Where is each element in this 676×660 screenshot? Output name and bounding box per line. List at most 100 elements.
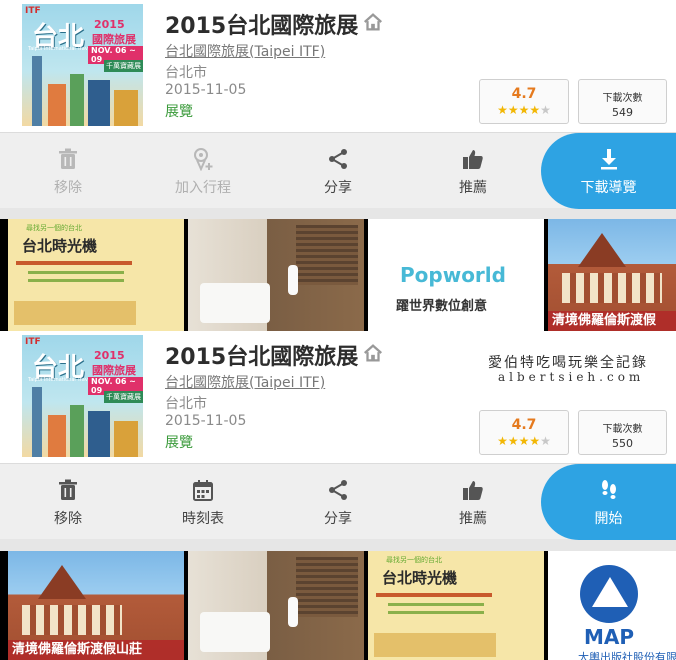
download-count-box: 下載次數 550 — [578, 410, 667, 455]
photo-thumbnail[interactable]: 尋找另一個的台北 台北時光機 — [8, 219, 184, 331]
share-icon — [329, 480, 347, 500]
app-screen: ITF 台北 2015 國際旅展 Taipei International Tr… — [0, 0, 676, 660]
poster-graphic — [14, 301, 136, 325]
start-button[interactable]: 開始 — [541, 464, 676, 540]
event-date: 2015-11-05 — [165, 82, 247, 98]
popworld-tagline: 躍世界數位創意 — [396, 299, 488, 314]
recommend-button[interactable]: 推薦 — [413, 464, 533, 540]
cover-name: 國際旅展 — [92, 364, 136, 377]
calendar-icon — [193, 480, 213, 501]
event-title: 2015台北國際旅展 — [165, 14, 359, 39]
bathtub-graphic — [200, 612, 270, 652]
poster-subtitle: 尋找另一個的台北 — [26, 224, 82, 232]
building-shape — [88, 411, 110, 457]
building-shape — [48, 84, 66, 126]
start-label: 開始 — [594, 511, 623, 527]
timetable-label: 時刻表 — [182, 511, 224, 527]
rating-value: 4.7 — [511, 417, 537, 433]
event-cover-image[interactable]: ITF 台北 2015 國際旅展 Taipei International Tr… — [22, 4, 143, 126]
cover-year: 2015 — [94, 18, 125, 31]
location-pin-icon — [194, 148, 213, 171]
photo-thumbnail[interactable] — [188, 551, 364, 660]
add-to-itinerary-label: 加入行程 — [175, 180, 231, 196]
photo-caption: 清境佛羅倫斯渡假山莊 — [8, 640, 184, 660]
home-icon[interactable] — [362, 342, 384, 364]
building-shape — [48, 415, 66, 457]
trash-icon — [59, 148, 77, 169]
building-shape — [114, 90, 138, 126]
window-graphic — [22, 605, 122, 635]
event-city: 台北市 — [165, 65, 207, 81]
event-city: 台北市 — [165, 396, 207, 412]
cover-brand: ITF — [25, 337, 41, 347]
download-guide-button[interactable]: 下載導覽 — [541, 133, 676, 209]
photo-strip: 尋找另一個的台北 台北時光機 Popworld 躍世界數位創意 清境佛羅倫斯渡假 — [0, 219, 676, 331]
add-to-itinerary-button[interactable]: 加入行程 — [143, 133, 263, 209]
recommend-label: 推薦 — [459, 180, 487, 196]
popworld-logo: Popworld — [400, 263, 506, 287]
watermark-url: albertsieh.com — [498, 370, 645, 384]
taipei101-shape — [32, 387, 42, 457]
event-cover-image[interactable]: ITF 台北 2015 國際旅展 Taipei International Tr… — [22, 335, 143, 457]
photo-caption: 清境佛羅倫斯渡假 — [548, 311, 676, 331]
download-count-value: 550 — [612, 437, 633, 450]
cover-name: 國際旅展 — [92, 33, 136, 46]
poster-title: 台北時光機 — [22, 237, 98, 255]
photo-thumbnail[interactable]: 清境佛羅倫斯渡假山莊 — [8, 551, 184, 660]
map-publisher-text: 大輿出版社股份有限公司 — [578, 651, 676, 660]
share-label: 分享 — [324, 511, 352, 527]
shutter-graphic — [296, 557, 358, 617]
photo-thumbnail[interactable]: 清境佛羅倫斯渡假 — [548, 219, 676, 331]
thumbs-up-icon — [463, 481, 483, 500]
remove-label: 移除 — [54, 180, 82, 196]
poster-graphic — [388, 603, 484, 606]
vase-graphic — [288, 597, 298, 627]
star-rating-icon: ★★★★★ — [497, 103, 551, 117]
event-date: 2015-11-05 — [165, 413, 247, 429]
poster-title: 台北時光機 — [382, 569, 458, 587]
organizer-link[interactable]: 台北國際旅展(Taipei ITF) — [165, 372, 325, 392]
action-bar: 移除 時刻表 分享 推薦 開始 — [0, 463, 676, 540]
poster-graphic — [374, 633, 496, 657]
share-button[interactable]: 分享 — [278, 133, 398, 209]
bathtub-graphic — [200, 283, 270, 323]
photo-thumbnail[interactable] — [188, 219, 364, 331]
download-count-label: 下載次數 — [602, 93, 643, 104]
photo-thumbnail[interactable]: Popworld 躍世界數位創意 — [368, 219, 544, 331]
download-count-label: 下載次數 — [602, 424, 643, 435]
building-shape — [70, 74, 84, 126]
roof-graphic — [38, 565, 86, 599]
share-label: 分享 — [324, 180, 352, 196]
watermark-title: 愛伯特吃喝玩樂全記錄 — [488, 355, 648, 371]
map-logo-arrow — [592, 577, 628, 607]
poster-graphic — [376, 593, 492, 597]
thumbs-up-icon — [463, 150, 483, 169]
trash-icon — [59, 479, 77, 500]
download-guide-label: 下載導覽 — [580, 180, 637, 196]
photo-thumbnail[interactable]: MAP 大輿出版社股份有限公司 — [548, 551, 676, 660]
share-button[interactable]: 分享 — [278, 464, 398, 540]
building-shape — [88, 80, 110, 126]
recommend-label: 推薦 — [459, 511, 487, 527]
footprints-icon — [602, 480, 616, 499]
poster-subtitle: 尋找另一個的台北 — [386, 556, 442, 564]
poster-graphic — [16, 261, 132, 265]
remove-label: 移除 — [54, 511, 82, 527]
photo-thumbnail[interactable]: 尋找另一個的台北 台北時光機 — [368, 551, 544, 660]
building-shape — [114, 421, 138, 457]
event-header: ITF 台北 2015 國際旅展 Taipei International Tr… — [0, 0, 676, 132]
cover-year: 2015 — [94, 349, 125, 362]
shutter-graphic — [296, 225, 358, 285]
event-header: ITF 台北 2015 國際旅展 Taipei International Tr… — [0, 331, 676, 463]
recommend-button[interactable]: 推薦 — [413, 133, 533, 209]
building-shape — [70, 405, 84, 457]
taipei101-shape — [32, 56, 42, 126]
home-icon[interactable] — [362, 11, 384, 33]
remove-button[interactable]: 移除 — [8, 133, 128, 209]
remove-button[interactable]: 移除 — [8, 464, 128, 540]
timetable-button[interactable]: 時刻表 — [143, 464, 263, 540]
event-card-1: ITF 台北 2015 國際旅展 Taipei International Tr… — [0, 0, 676, 331]
photo-strip: 清境佛羅倫斯渡假山莊 尋找另一個的台北 台北時光機 MAP 大輿出版社股份有限公… — [0, 551, 676, 660]
organizer-link[interactable]: 台北國際旅展(Taipei ITF) — [165, 41, 325, 61]
share-icon — [329, 149, 347, 169]
